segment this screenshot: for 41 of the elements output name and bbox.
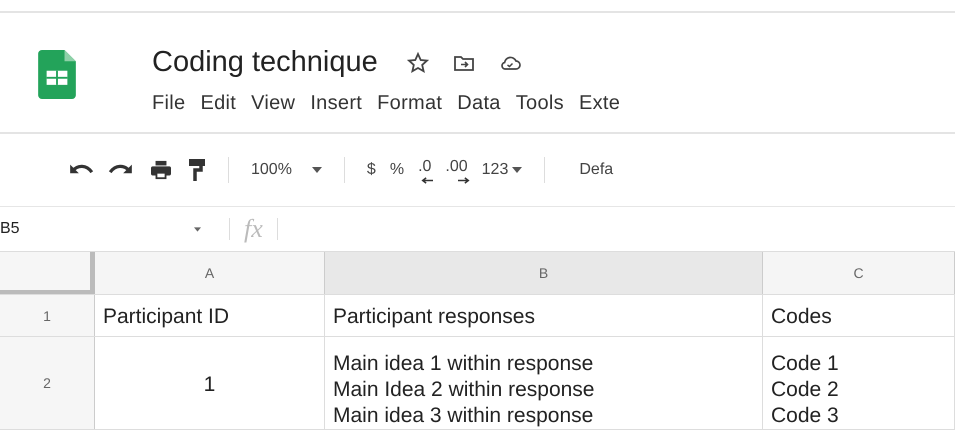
function-label: fx [244, 214, 263, 244]
caret-icon [194, 226, 201, 232]
font-dropdown[interactable]: Defa [579, 161, 614, 179]
more-formats-dropdown[interactable]: 123 [482, 161, 522, 179]
decrease-decimals-button[interactable]: .0 [418, 158, 432, 182]
caret-icon [512, 167, 522, 173]
menu-item[interactable]: Tools [516, 92, 564, 115]
menu-item[interactable]: Format [377, 92, 442, 115]
table-cell-text: Codes [771, 304, 833, 330]
paint-roller-icon[interactable] [188, 158, 206, 182]
column-header[interactable]: B [325, 252, 763, 294]
spreadsheet-logo-icon[interactable] [38, 50, 76, 99]
table-cell-text: Code 2 [771, 377, 840, 403]
currency-format-button[interactable]: $ [366, 161, 376, 179]
table-cell-text: Participant ID [103, 304, 230, 330]
row-header[interactable]: 2 [0, 337, 95, 429]
left-arrow-icon [421, 177, 434, 184]
menu-item[interactable]: Edit [200, 92, 236, 115]
row-header[interactable]: 1 [0, 295, 95, 336]
column-header[interactable]: C [763, 252, 955, 294]
table-cell-text: Main idea 3 within response [333, 403, 594, 429]
menu-item[interactable]: Data [457, 92, 501, 115]
table-cell: 1 [204, 372, 216, 398]
percent-format-button[interactable]: % [390, 161, 404, 179]
table-cell-text: Code 1 [771, 351, 840, 377]
zoom-dropdown[interactable]: 100% [251, 161, 322, 179]
menu-item[interactable]: File [152, 92, 186, 115]
cell-reference-field[interactable]: B5 [0, 220, 215, 238]
caret-icon [312, 167, 322, 173]
menu-item[interactable]: View [251, 92, 296, 115]
table-cell-text: Participant responses [333, 304, 536, 330]
document-title[interactable]: Coding technique [152, 46, 378, 79]
right-arrow-icon [458, 177, 470, 184]
star-icon[interactable] [406, 50, 430, 74]
table-cell-text: Code 3 [771, 403, 840, 429]
print-icon[interactable] [148, 160, 174, 180]
increase-decimals-button[interactable]: .00 [445, 158, 468, 182]
table-cell-text: Main idea 1 within response [333, 351, 594, 377]
table-cell-text: Main Idea 2 within response [333, 377, 596, 403]
menu-item[interactable]: Insert [310, 92, 362, 115]
menu-item[interactable]: Exte [578, 92, 620, 115]
